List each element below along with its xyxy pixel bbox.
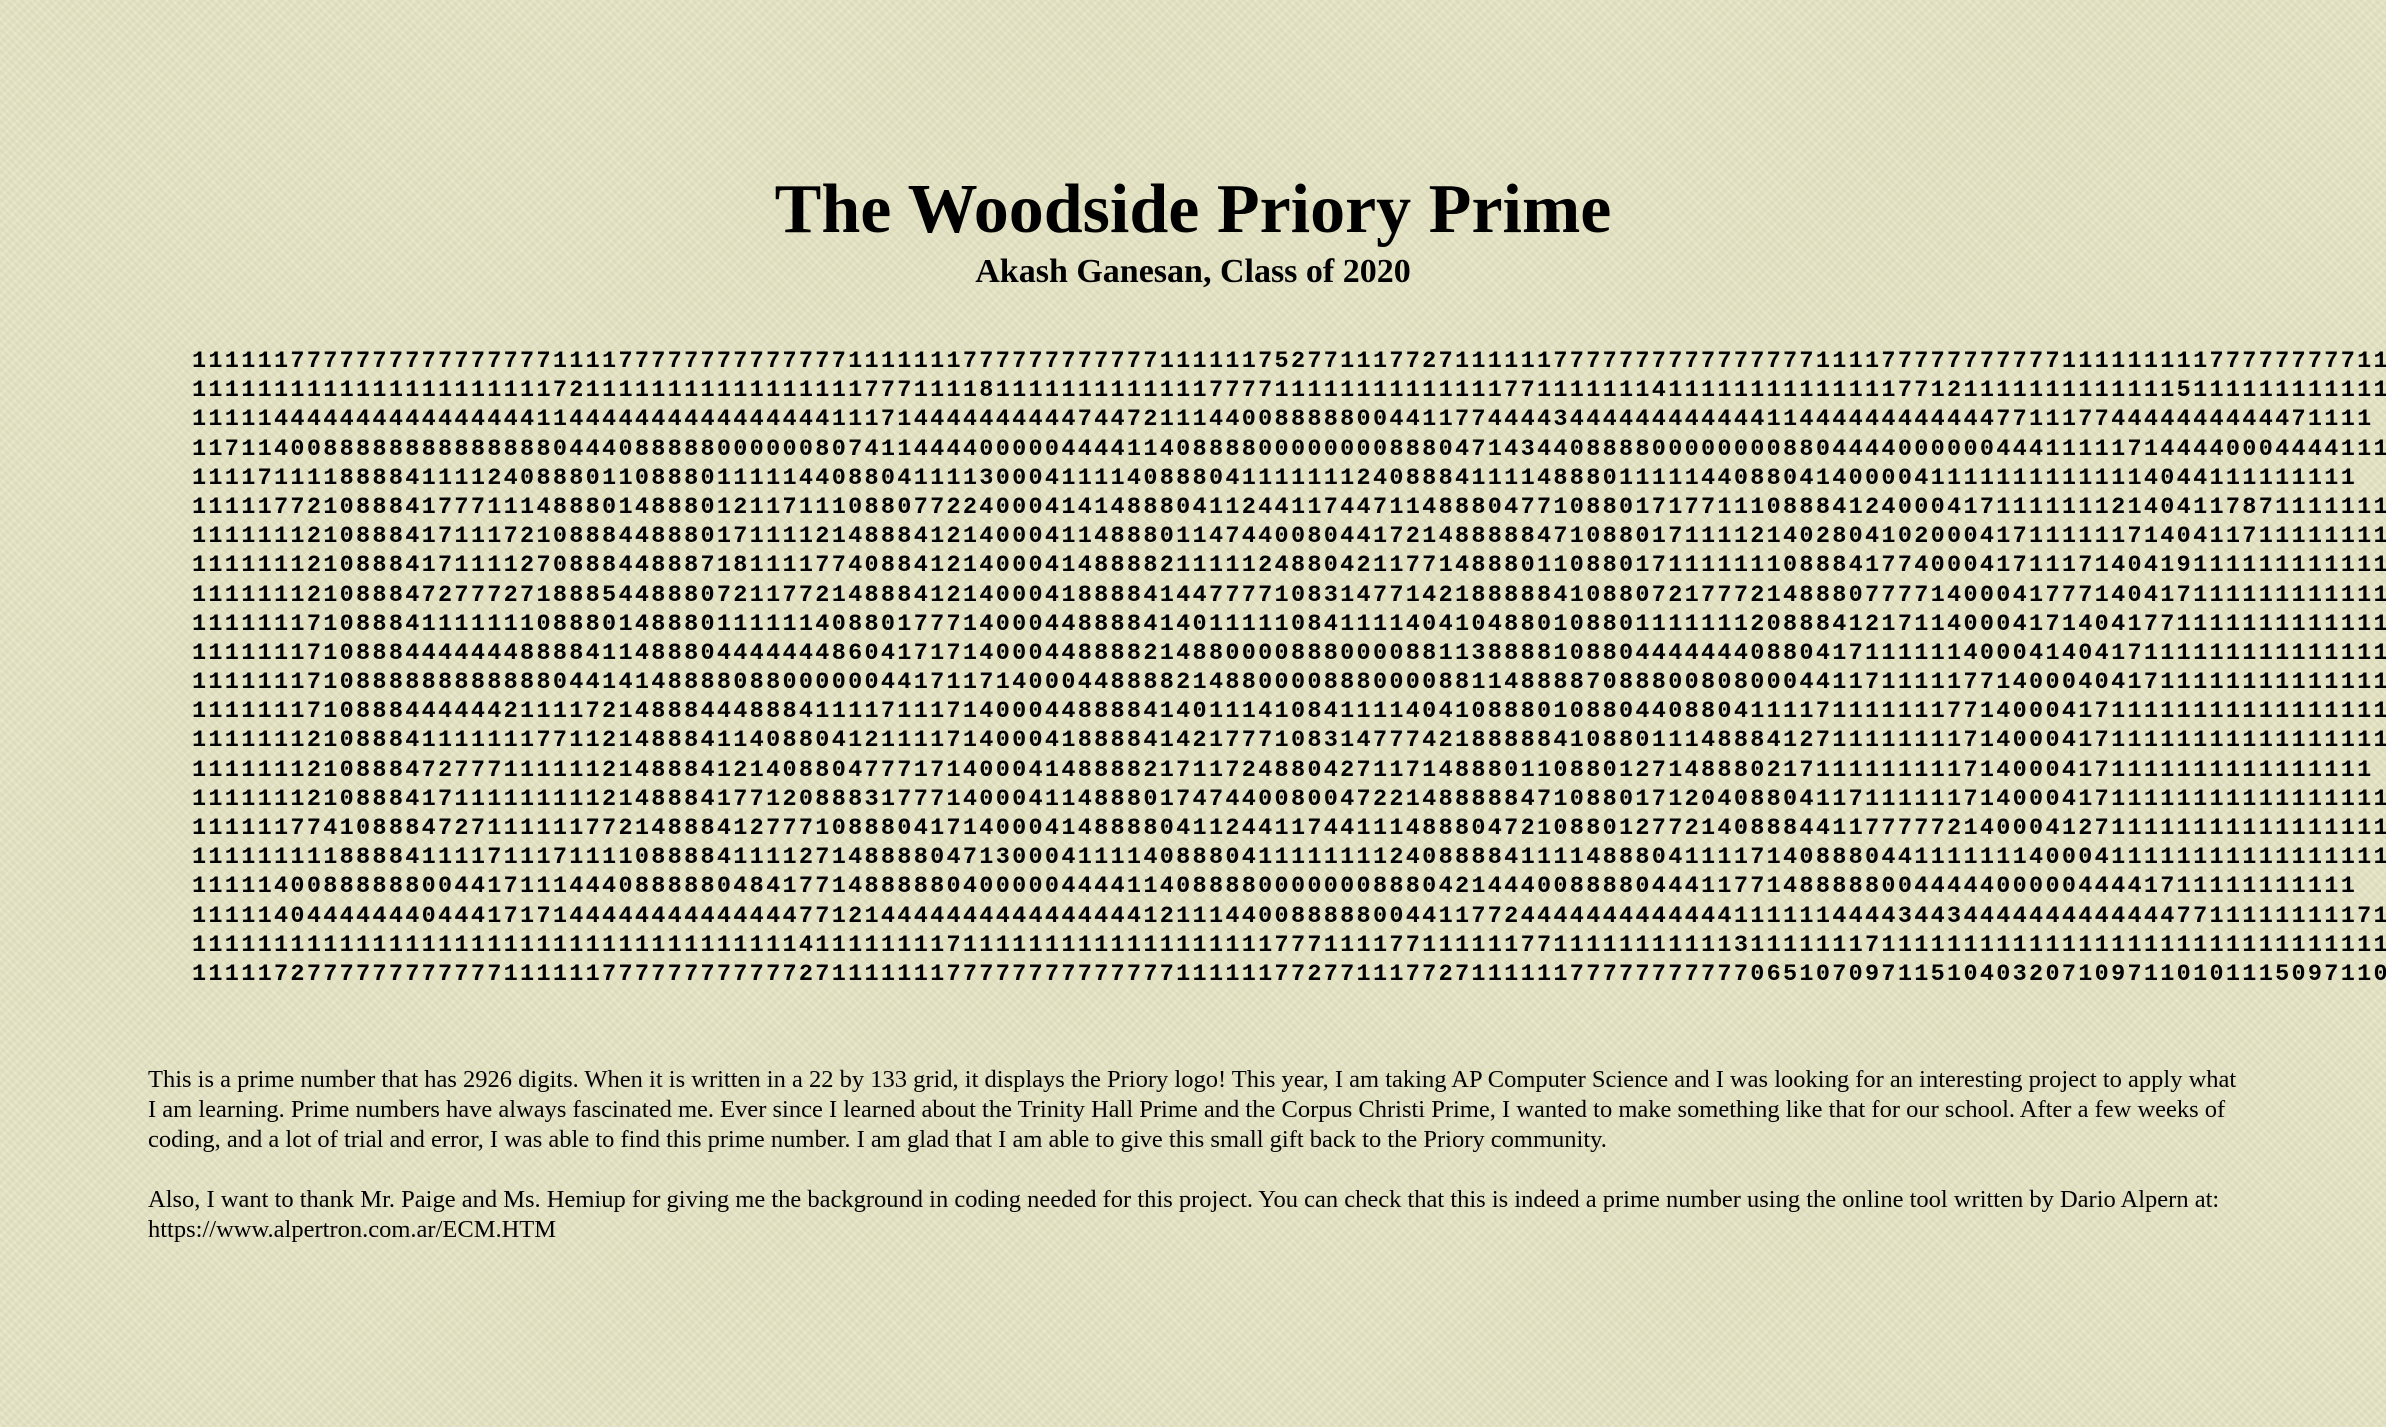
prime-number-grid: 1111117777777777777777111177777777777777… xyxy=(192,347,2386,989)
grid-row: 1111117741088847271111117721488841277710… xyxy=(192,815,2386,842)
page-title: The Woodside Priory Prime xyxy=(774,171,1612,248)
grid-row: 1111111210888417111127088844888718111177… xyxy=(192,552,2386,580)
grid-row: 1111111210888417111111111214888417712088… xyxy=(192,785,2386,813)
grid-row: 1111111111111111111111721111111111111111… xyxy=(192,377,2386,405)
grid-row: 1111177210888417771114888014888012117111… xyxy=(192,493,2386,521)
grid-row: 1111140444444404441717144444444444444771… xyxy=(192,902,2386,930)
grid-row: 1111111710888444444488884114888044444448… xyxy=(192,639,2386,667)
grid-row: 1111111210888472777271888544888072117721… xyxy=(192,581,2386,609)
grid-row: 1111111118888411117111711110888841111271… xyxy=(192,844,2386,872)
grid-row: 1111144444444444444441144444444444444441… xyxy=(192,406,2374,434)
grid-row: 1111711118888411112408880110888011111440… xyxy=(192,464,2358,492)
grid-row: 1171140088888888888888044408888800000080… xyxy=(192,435,2386,463)
description-paragraph: This is a prime number that has 2926 dig… xyxy=(148,1066,2237,1153)
grid-row: 1111111710888411111110888014888011111140… xyxy=(192,610,2386,638)
description: This is a prime number that has 2926 dig… xyxy=(148,1065,2238,1275)
grid-row: 1111111210888472777111111214888412140880… xyxy=(192,756,2374,784)
grid-row: 1111140088888800441711144408888804841771… xyxy=(192,873,2358,901)
grid-row: 1111111710888888888888044141488880880000… xyxy=(192,669,2386,697)
grid-row: 1111117777777777777777111177777777777777… xyxy=(192,348,2386,375)
description-paragraph: Also, I want to thank Mr. Paige and Ms. … xyxy=(148,1186,2220,1243)
grid-row: 1111172777777777777111111777777777777271… xyxy=(192,960,2386,988)
grid-row: 1111111710888444444211117214888444888411… xyxy=(192,698,2386,726)
grid-row: 1111111111111111111111111111111111111411… xyxy=(192,931,2386,959)
page-subtitle: Akash Ganesan, Class of 2020 xyxy=(975,253,1411,290)
grid-row: 1111111210888417111721088844888017111121… xyxy=(192,523,2386,551)
grid-row: 1111111210888411111117711214888411408804… xyxy=(192,727,2386,755)
